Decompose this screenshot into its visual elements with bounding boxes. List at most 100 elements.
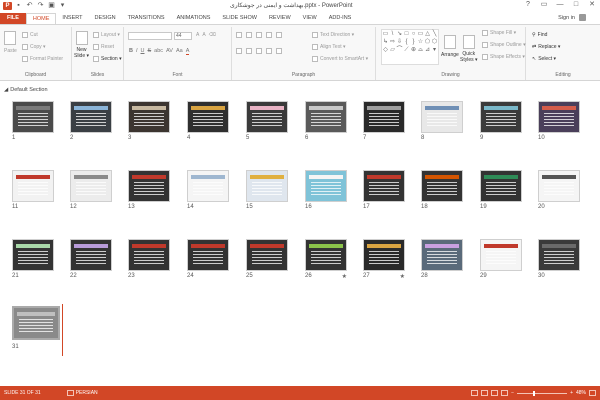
slide-thumbnail[interactable]: 30 [538, 239, 580, 279]
slide-preview[interactable] [187, 239, 229, 271]
shape-option[interactable]: ◇ [382, 46, 389, 54]
shape-option[interactable]: \ [389, 30, 396, 38]
tab-animations[interactable]: ANIMATIONS [171, 13, 217, 24]
slide-thumbnail[interactable]: 1 [12, 101, 54, 141]
align-text-button[interactable]: Align Text ▾ [312, 44, 346, 50]
shape-option[interactable]: ⇩ [396, 38, 403, 46]
slide-preview[interactable] [480, 101, 522, 133]
layout-button[interactable]: Layout ▾ [93, 32, 120, 38]
sign-in[interactable]: Sign in [558, 14, 586, 21]
normal-view-icon[interactable] [471, 390, 479, 396]
slide-preview[interactable] [128, 170, 170, 202]
shape-option[interactable]: ⬡ [431, 38, 438, 46]
zoom-level[interactable]: 48% [576, 390, 586, 396]
slide-preview[interactable] [187, 170, 229, 202]
tab-add-ins[interactable]: ADD-INS [323, 13, 358, 24]
shape-option[interactable]: ☆ [417, 38, 424, 46]
sign-in-label[interactable]: Sign in [558, 15, 575, 21]
collapse-section-icon[interactable]: ◢ [4, 87, 8, 93]
slide-thumbnail[interactable]: 29 [480, 239, 522, 279]
shape-effects-button[interactable]: Shape Effects ▾ [482, 54, 525, 60]
slide-thumbnail[interactable]: 9 [480, 101, 522, 141]
slide-thumbnail[interactable]: 8 [421, 101, 463, 141]
font-size-box[interactable]: 44 [174, 32, 192, 40]
slide-preview[interactable] [70, 239, 112, 271]
shape-option[interactable]: ↳ [382, 38, 389, 46]
slide-preview[interactable] [421, 170, 463, 202]
slide-preview[interactable] [70, 170, 112, 202]
shape-option[interactable]: ⊕ [410, 46, 417, 54]
section-header[interactable]: ◢ Default Section [4, 87, 48, 93]
section-button[interactable]: Section ▾ [93, 56, 122, 62]
slide-thumbnail[interactable]: 28 [421, 239, 463, 279]
slide-thumbnail[interactable]: 15 [246, 170, 288, 210]
zoom-slider-handle[interactable] [533, 390, 536, 396]
slide-thumbnail[interactable]: 5 [246, 101, 288, 141]
language-indicator[interactable]: PERSIAN [66, 390, 98, 396]
change-case-button[interactable]: Aa [176, 48, 183, 55]
slide-thumbnail[interactable]: 22 [70, 239, 112, 279]
character-spacing-button[interactable]: AV [166, 48, 173, 55]
columns-icon[interactable] [276, 48, 282, 54]
slide-preview[interactable] [246, 101, 288, 133]
tab-view[interactable]: VIEW [297, 13, 323, 24]
align-left-icon[interactable] [236, 48, 242, 54]
slide-thumbnail[interactable]: 10 [538, 101, 580, 141]
slide-thumbnail[interactable]: 21 [12, 239, 54, 279]
ribbon-display-options-button[interactable]: ▭ [536, 0, 552, 10]
slide-thumbnail[interactable]: 16 [305, 170, 347, 210]
convert-smartart-button[interactable]: Convert to SmartArt ▾ [312, 56, 368, 62]
text-shadow-button[interactable]: abc [154, 48, 163, 55]
slide-preview[interactable] [538, 101, 580, 133]
customize-qat-icon[interactable]: ▾ [58, 2, 67, 10]
format-painter-button[interactable]: Format Painter [22, 56, 63, 62]
slide-preview[interactable] [128, 239, 170, 271]
save-icon[interactable]: ▪ [14, 2, 23, 10]
decrease-indent-icon[interactable] [256, 32, 262, 38]
shape-option[interactable]: ↘ [396, 30, 403, 38]
shape-option[interactable]: △ [424, 30, 431, 38]
tab-transitions[interactable]: TRANSITIONS [122, 13, 171, 24]
shape-option[interactable]: ▾ [431, 46, 438, 54]
shape-option[interactable]: ⌓ [417, 46, 424, 54]
slide-preview[interactable] [187, 101, 229, 133]
bold-button[interactable]: B [129, 48, 133, 55]
shape-outline-button[interactable]: Shape Outline ▾ [482, 42, 526, 48]
zoom-out-button[interactable]: − [511, 390, 514, 396]
slide-preview[interactable] [246, 239, 288, 271]
slide-thumbnail[interactable]: 3 [128, 101, 170, 141]
quick-styles-button[interactable]: Quick Styles ▾ [460, 35, 478, 63]
justify-icon[interactable] [266, 48, 272, 54]
align-right-icon[interactable] [256, 48, 262, 54]
tab-design[interactable]: DESIGN [89, 13, 122, 24]
slide-preview[interactable] [305, 239, 347, 271]
shape-option[interactable]: ⇨ [389, 38, 396, 46]
font-color-button[interactable]: A [185, 48, 190, 55]
slide-preview[interactable] [480, 170, 522, 202]
bullets-icon[interactable] [236, 32, 242, 38]
slide-preview[interactable] [305, 101, 347, 133]
slide-preview[interactable] [421, 239, 463, 271]
reset-button[interactable]: Reset [93, 44, 114, 50]
shape-option[interactable]: ▭ [417, 30, 424, 38]
reading-view-icon[interactable] [491, 390, 499, 396]
shape-option[interactable]: ⬠ [424, 38, 431, 46]
help-button[interactable]: ? [520, 0, 536, 10]
shape-option[interactable]: } [410, 38, 417, 46]
slide-thumbnail[interactable]: 19 [480, 170, 522, 210]
slide-thumbnail[interactable]: 14 [187, 170, 229, 210]
paste-button[interactable]: Paste [4, 31, 17, 54]
slide-thumbnail[interactable]: 24 [187, 239, 229, 279]
slide-preview[interactable] [12, 101, 54, 133]
slide-thumbnail[interactable]: 11 [12, 170, 54, 210]
slide-preview[interactable] [305, 170, 347, 202]
grow-font-button[interactable]: A [196, 32, 199, 38]
find-button[interactable]: ⚲ Find [532, 32, 547, 38]
slide-thumbnail[interactable]: 20 [538, 170, 580, 210]
tab-review[interactable]: REVIEW [263, 13, 297, 24]
new-slide-button[interactable]: New Slide ▾ [74, 31, 89, 59]
slide-preview[interactable] [70, 101, 112, 133]
shape-option[interactable]: { [403, 38, 410, 46]
shape-fill-button[interactable]: Shape Fill ▾ [482, 30, 516, 36]
center-icon[interactable] [246, 48, 252, 54]
